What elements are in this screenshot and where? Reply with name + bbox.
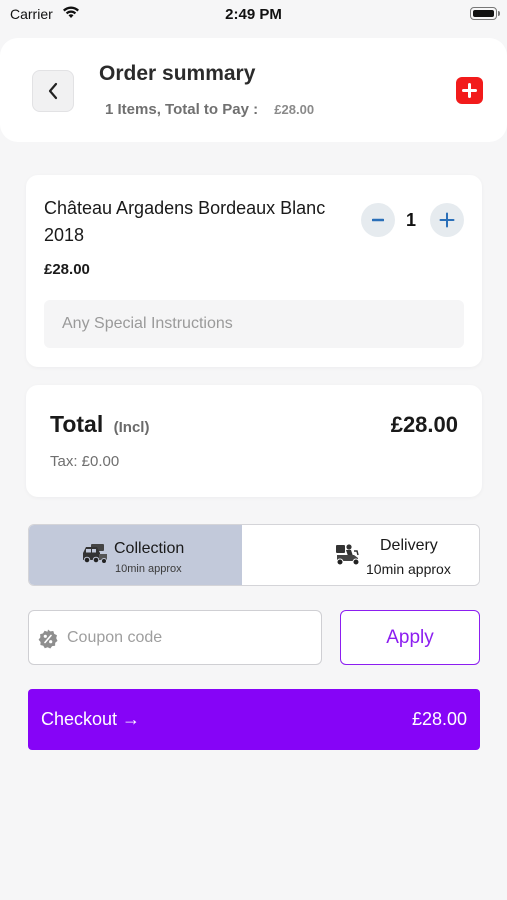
collection-title: Collection xyxy=(114,540,185,557)
total-amount: £28.00 xyxy=(390,412,458,437)
fulfilment-toggle: Collection 10min approx Delivery 10min a… xyxy=(28,524,480,586)
clock: 2:49 PM xyxy=(225,6,282,23)
item-count: 1 xyxy=(105,101,114,118)
item-price: £28.00 xyxy=(44,261,90,278)
decrease-quantity-button[interactable] xyxy=(361,203,395,237)
delivery-option[interactable]: Delivery 10min approx xyxy=(242,525,479,585)
coupon-field-container xyxy=(28,610,322,665)
collection-eta: 10min approx xyxy=(115,563,182,575)
order-subtitle: 1 Items, Total to Pay : £28.00 xyxy=(105,101,314,118)
subtitle-amount: £28.00 xyxy=(274,102,315,117)
checkout-label: Checkout → xyxy=(41,709,141,729)
discount-badge-icon xyxy=(38,629,58,654)
page-title: Order summary xyxy=(99,62,256,85)
cart-item-card: Château Argadens Bordeaux Blanc 2018 £28… xyxy=(26,175,482,367)
status-bar: Carrier 2:49 PM xyxy=(0,0,507,30)
total-label: Total (Incl) xyxy=(50,411,149,438)
tax-amount: Tax: £0.00 xyxy=(50,453,120,470)
chevron-left-icon xyxy=(48,82,58,100)
back-button[interactable] xyxy=(32,70,74,112)
quantity-value: 1 xyxy=(405,210,416,230)
increase-quantity-button[interactable] xyxy=(430,203,464,237)
scooter-icon xyxy=(334,543,362,572)
battery-icon xyxy=(470,7,500,20)
add-item-button[interactable] xyxy=(456,77,483,104)
order-summary-header: Order summary 1 Items, Total to Pay : £2… xyxy=(0,38,507,142)
plus-icon xyxy=(462,83,477,98)
incl-text: (Incl) xyxy=(113,419,150,436)
total-text: Total xyxy=(50,411,104,437)
collection-option[interactable]: Collection 10min approx xyxy=(29,525,242,585)
subtitle-text: Items, Total to Pay : xyxy=(117,101,259,118)
special-instructions-field[interactable]: Any Special Instructions xyxy=(44,300,464,348)
checkout-amount: £28.00 xyxy=(411,709,467,729)
item-name: Château Argadens Bordeaux Blanc 2018 xyxy=(44,198,326,245)
delivery-title: Delivery xyxy=(380,537,438,554)
total-card: Total (Incl) £28.00 Tax: £0.00 xyxy=(26,385,482,497)
plus-icon xyxy=(439,212,455,228)
car-icon xyxy=(82,543,108,570)
checkout-button[interactable]: Checkout → £28.00 xyxy=(28,689,480,750)
apply-coupon-button[interactable]: Apply xyxy=(340,610,480,665)
minus-icon xyxy=(372,218,384,222)
coupon-input[interactable] xyxy=(67,621,307,655)
delivery-eta: 10min approx xyxy=(366,561,451,577)
